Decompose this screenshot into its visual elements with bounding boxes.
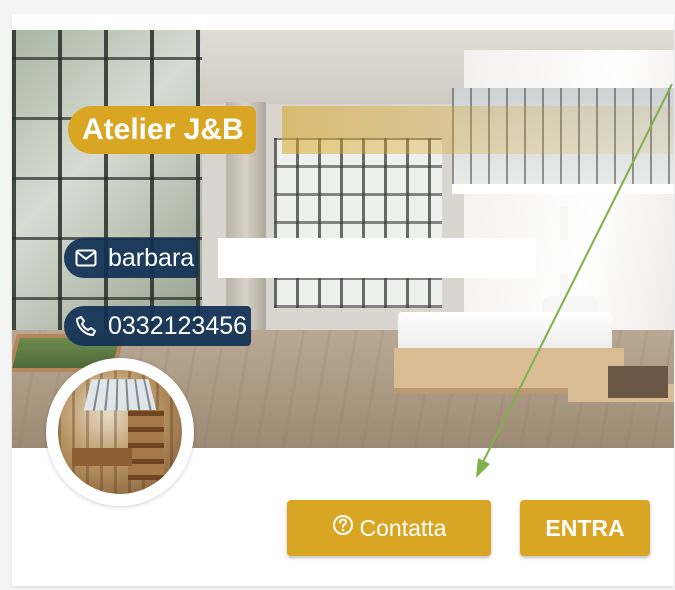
phone-icon <box>64 315 108 337</box>
banner-bed <box>398 312 612 352</box>
avatar <box>46 358 194 506</box>
avatar-skylight <box>83 379 157 411</box>
banner-window <box>274 138 442 308</box>
avatar-photo <box>58 370 182 494</box>
envelope-icon <box>64 249 108 267</box>
enter-button[interactable]: ENTRA <box>520 500 650 556</box>
avatar-shelf <box>128 410 164 480</box>
title-band <box>282 106 674 154</box>
phone-contact[interactable]: 0332123456 <box>64 306 252 346</box>
email-contact[interactable]: barbara <box>64 238 199 278</box>
banner-crate <box>608 366 668 398</box>
question-circle-icon <box>332 500 354 556</box>
phone-text: 0332123456 <box>108 312 248 340</box>
banner-lamp <box>560 206 568 240</box>
enter-button-label: ENTRA <box>545 515 625 541</box>
page: Atelier J&B barbara 0332123456 Contatta … <box>0 0 675 590</box>
avatar-table <box>72 448 132 466</box>
listing-card: Atelier J&B barbara 0332123456 Contatta … <box>12 14 674 586</box>
contact-button-label: Contatta <box>359 515 447 541</box>
email-field-background <box>218 238 536 278</box>
email-text: barbara <box>108 244 195 272</box>
contact-button[interactable]: Contatta <box>287 500 491 556</box>
listing-title: Atelier J&B <box>68 106 256 154</box>
